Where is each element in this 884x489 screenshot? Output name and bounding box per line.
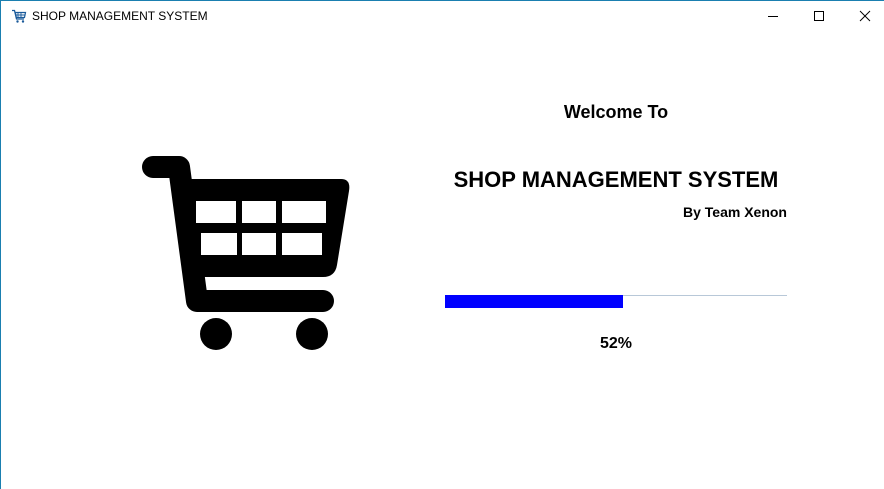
shopping-cart-icon	[142, 156, 350, 350]
byline: By Team Xenon	[683, 204, 787, 220]
close-button[interactable]	[842, 1, 884, 31]
window-title: SHOP MANAGEMENT SYSTEM	[32, 9, 208, 23]
shopping-cart-icon	[12, 9, 27, 23]
welcome-text: Welcome To	[563, 102, 669, 122]
close-icon	[859, 10, 871, 22]
app-title: SHOP MANAGEMENT SYSTEM	[453, 167, 779, 192]
minimize-button[interactable]	[750, 1, 796, 31]
splash-window: SHOP MANAGEMENT SYSTEM Welcome To SHOP M…	[0, 0, 884, 489]
progress-percent: 52%	[599, 335, 633, 352]
title-bar[interactable]: SHOP MANAGEMENT SYSTEM	[1, 1, 884, 31]
progress-fill	[445, 295, 623, 308]
loading-progress-bar	[445, 295, 787, 308]
maximize-button[interactable]	[796, 1, 842, 31]
maximize-icon	[814, 11, 824, 21]
minimize-icon	[768, 16, 778, 17]
